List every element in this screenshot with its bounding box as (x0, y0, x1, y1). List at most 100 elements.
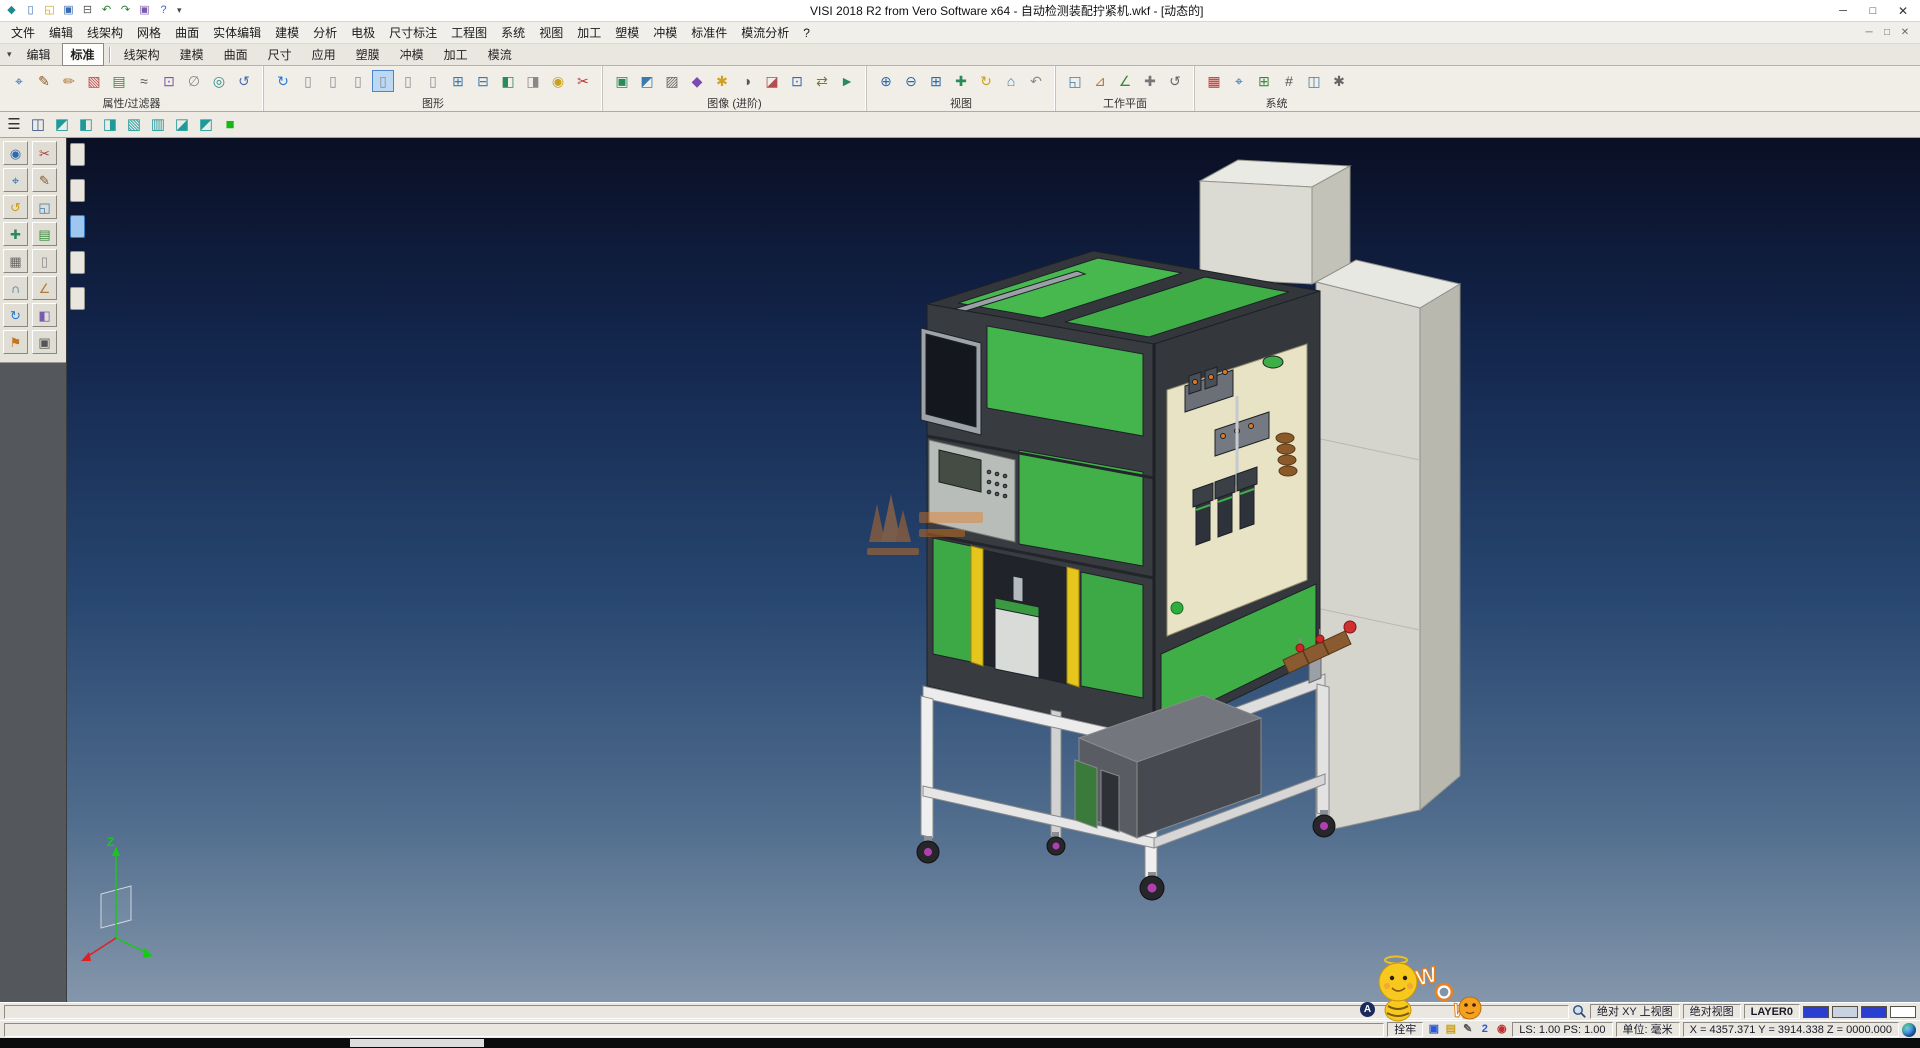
open-file-icon[interactable]: ◱ (41, 2, 58, 19)
tab-surface[interactable]: 曲面 (215, 43, 257, 66)
rotate-icon[interactable]: ↺ (3, 195, 28, 219)
layer-manager-icon[interactable]: ▦ (1203, 70, 1225, 92)
reset-filter-icon[interactable]: ↺ (233, 70, 255, 92)
menu-help[interactable]: ? (796, 24, 817, 42)
print-icon[interactable]: ⊟ (79, 2, 96, 19)
app-logo-icon[interactable]: ◆ (3, 2, 20, 19)
mdi-minimize-button[interactable]: ─ (1860, 27, 1878, 38)
zoom-window-icon[interactable]: ⊞ (925, 70, 947, 92)
capture-icon[interactable]: ⊡ (786, 70, 808, 92)
solid-box-icon[interactable]: ◧ (32, 303, 57, 327)
menu-mold[interactable]: 塑模 (608, 22, 646, 43)
zoom-in-icon[interactable]: ⊕ (875, 70, 897, 92)
view-orientation-cell[interactable]: 绝对 XY 上视图 (1590, 1004, 1680, 1019)
element-filter-icon[interactable]: ⊡ (158, 70, 180, 92)
view-top-icon[interactable]: ▧ (123, 114, 145, 136)
display-mode-2-icon[interactable]: ▯ (322, 70, 344, 92)
model-auto-assembly-tightening-machine[interactable]: Z (67, 138, 1920, 1002)
view-shaded-cube-icon[interactable]: ■ (219, 114, 241, 136)
magnifier-icon[interactable] (1572, 1004, 1587, 1019)
menu-edit[interactable]: 编辑 (42, 22, 80, 43)
menu-wireframe[interactable]: 线架构 (80, 22, 130, 43)
display-mode-4-icon[interactable]: ▯ (372, 70, 394, 92)
menu-view[interactable]: 视图 (532, 22, 570, 43)
tab-wireframe[interactable]: 线架构 (115, 43, 169, 66)
minimize-button[interactable]: ─ (1828, 1, 1858, 21)
mini-filter-4[interactable] (70, 251, 85, 274)
animate-icon[interactable]: ► (836, 70, 858, 92)
wire-shade-icon[interactable]: ◩ (636, 70, 658, 92)
menu-mesh[interactable]: 网格 (130, 22, 168, 43)
plane-icon[interactable]: ◱ (32, 195, 57, 219)
mini-filter-2[interactable] (70, 179, 85, 202)
clear-filter-icon[interactable]: ∅ (183, 70, 205, 92)
tab-dimension[interactable]: 尺寸 (259, 43, 301, 66)
shaded-view-icon[interactable]: ▣ (611, 70, 633, 92)
angle-dim-icon[interactable]: ∠ (32, 276, 57, 300)
undo-icon[interactable]: ↶ (98, 2, 115, 19)
attribute-brush-icon[interactable]: ✏ (58, 70, 80, 92)
workplane-xy-icon[interactable]: ◱ (1064, 70, 1086, 92)
move-icon[interactable]: ✚ (3, 222, 28, 246)
workplane-normal-icon[interactable]: ✚ (1139, 70, 1161, 92)
workplane-reset-icon[interactable]: ↺ (1164, 70, 1186, 92)
help-icon[interactable]: ? (155, 2, 172, 19)
menu-solid-edit[interactable]: 实体编辑 (206, 22, 268, 43)
close-button[interactable]: ✕ (1888, 1, 1918, 21)
view-window-icon[interactable]: ◫ (27, 114, 49, 136)
grid-toggle-icon[interactable]: ▦ (3, 249, 28, 273)
swatch-pen-color[interactable] (1861, 1006, 1887, 1018)
mdi-close-button[interactable]: ✕ (1896, 27, 1914, 38)
tab-die[interactable]: 冲模 (391, 43, 433, 66)
view-back-icon[interactable]: ▥ (147, 114, 169, 136)
tab-edit[interactable]: 编辑 (18, 43, 60, 66)
layer-filter-icon[interactable]: ▤ (108, 70, 130, 92)
new-file-icon[interactable]: ▯ (22, 2, 39, 19)
3d-viewport[interactable]: Z (67, 138, 1920, 1002)
mini-filter-5[interactable] (70, 287, 85, 310)
compare-icon[interactable]: ⇄ (811, 70, 833, 92)
menu-dimension[interactable]: 尺寸标注 (382, 22, 444, 43)
swatch-paper-color[interactable] (1890, 1006, 1916, 1018)
mdi-restore-button[interactable]: □ (1878, 27, 1896, 38)
refresh-icon[interactable]: ↻ (3, 303, 28, 327)
view-bottom-icon[interactable]: ◪ (171, 114, 193, 136)
view-front-icon[interactable]: ◧ (75, 114, 97, 136)
trim-icon[interactable]: ✂ (32, 141, 57, 165)
active-layer-cell[interactable]: LAYER0 (1744, 1004, 1800, 1019)
assistant-badge[interactable]: A (1360, 1002, 1375, 1017)
swatch-layer-color[interactable] (1832, 1006, 1858, 1018)
menu-flow-analysis[interactable]: 模流分析 (734, 22, 796, 43)
pick-icon[interactable]: ◉ (3, 141, 28, 165)
menu-modeling[interactable]: 建模 (268, 22, 306, 43)
options-icon[interactable]: ✱ (1328, 70, 1350, 92)
menu-standard-parts[interactable]: 标准件 (684, 22, 734, 43)
menu-electrode[interactable]: 电极 (344, 22, 382, 43)
menu-system[interactable]: 系统 (494, 22, 532, 43)
display-mode-6-icon[interactable]: ▯ (422, 70, 444, 92)
display-mode-5-icon[interactable]: ▯ (397, 70, 419, 92)
quick-access-overflow[interactable]: ▾ (173, 5, 186, 16)
monitor-icon[interactable]: ◫ (1303, 70, 1325, 92)
previous-view-icon[interactable]: ↶ (1025, 70, 1047, 92)
view-iso-icon[interactable]: ◩ (51, 114, 73, 136)
view-dimetric-icon[interactable]: ◩ (195, 114, 217, 136)
isolate-icon[interactable]: ◎ (208, 70, 230, 92)
tab-overflow-button[interactable]: ▾ (2, 49, 17, 60)
copy-icon[interactable]: ▣ (136, 2, 153, 19)
view-mode-cell[interactable]: 绝对视图 (1683, 1004, 1741, 1019)
shadow-icon[interactable]: ◑ (736, 70, 758, 92)
edit-entity-icon[interactable]: ✎ (32, 168, 57, 192)
grid-icon[interactable]: ⊞ (1253, 70, 1275, 92)
rotate-view-icon[interactable]: ↻ (975, 70, 997, 92)
menu-file[interactable]: 文件 (4, 22, 42, 43)
zoom-out-icon[interactable]: ⊖ (900, 70, 922, 92)
pan-icon[interactable]: ✚ (950, 70, 972, 92)
calculator-icon[interactable]: # (1278, 70, 1300, 92)
view-left-icon[interactable]: ◨ (99, 114, 121, 136)
menu-die[interactable]: 冲模 (646, 22, 684, 43)
sheet-icon[interactable]: ▯ (32, 249, 57, 273)
view-list-icon[interactable]: ☰ (3, 114, 25, 136)
duplicate-icon[interactable]: ▣ (32, 330, 57, 354)
menu-surface[interactable]: 曲面 (168, 22, 206, 43)
